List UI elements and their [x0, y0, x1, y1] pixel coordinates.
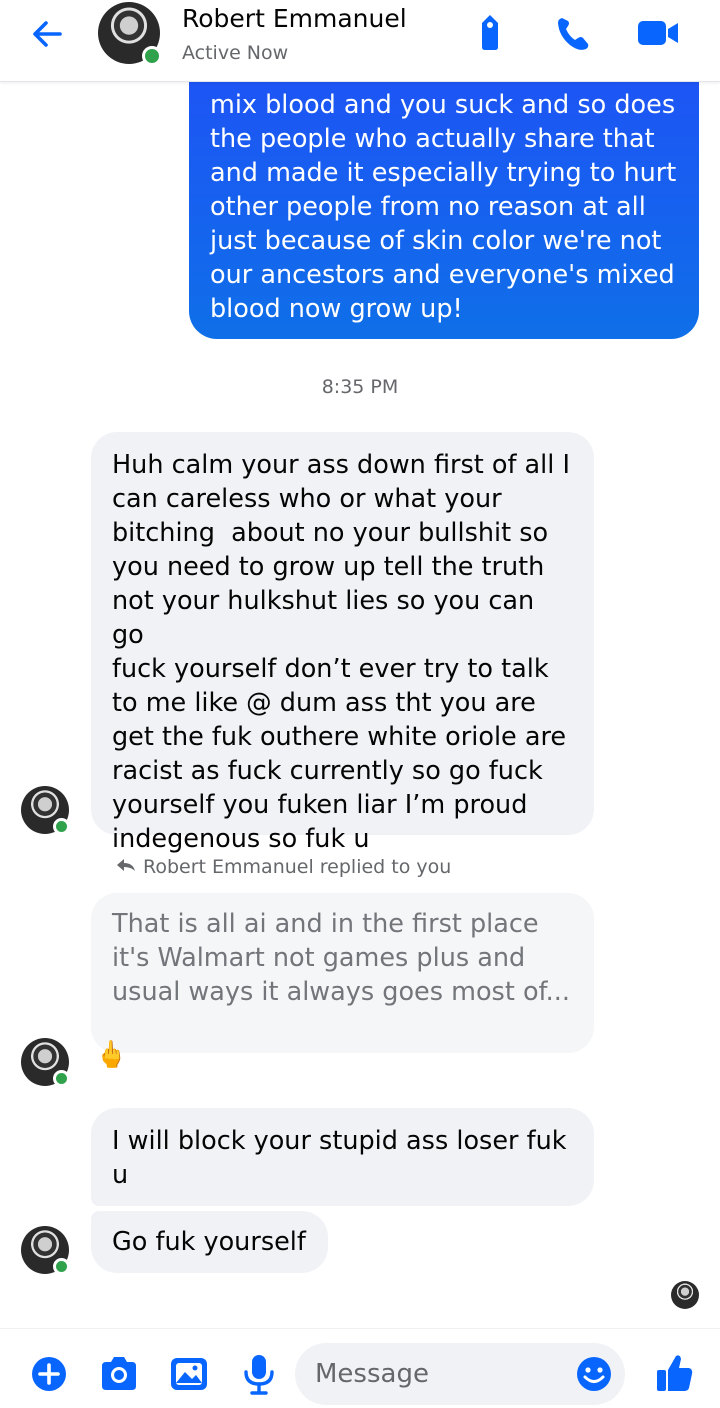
message-input[interactable]: [315, 1343, 565, 1405]
reply-label-text: Robert Emmanuel replied to you: [143, 856, 452, 878]
active-status: Active Now: [182, 42, 289, 64]
chat-header: Robert Emmanuel Active Now: [0, 0, 720, 82]
reply-arrow-icon: [115, 856, 137, 878]
camera-icon[interactable]: [99, 1352, 139, 1396]
received-message[interactable]: Go fuk yourself: [91, 1211, 328, 1273]
online-status-dot: [53, 818, 70, 835]
tag-icon[interactable]: [470, 12, 510, 54]
emoji-icon[interactable]: [575, 1355, 613, 1393]
online-status-dot: [53, 1258, 70, 1275]
phone-icon[interactable]: [553, 12, 593, 54]
online-status-dot: [53, 1070, 70, 1087]
reply-indicator: Robert Emmanuel replied to you: [115, 856, 451, 878]
back-arrow-icon[interactable]: [26, 14, 70, 54]
quoted-message[interactable]: That is all ai and in the first place it…: [91, 893, 594, 1053]
received-message[interactable]: Huh calm your ass down first of all I ca…: [91, 432, 594, 854]
image-icon[interactable]: [169, 1352, 209, 1396]
thumbs-up-icon[interactable]: [655, 1351, 695, 1395]
video-icon[interactable]: [636, 12, 678, 54]
reaction-emoji[interactable]: 🖕: [95, 1040, 127, 1070]
microphone-icon[interactable]: [239, 1352, 279, 1396]
sent-message[interactable]: mix blood and you suck and so does the p…: [189, 82, 699, 339]
received-message[interactable]: I will block your stupid ass loser fuk u: [91, 1108, 594, 1206]
plus-icon[interactable]: [29, 1352, 69, 1396]
contact-name[interactable]: Robert Emmanuel: [182, 4, 407, 33]
online-status-dot: [142, 46, 162, 66]
read-receipt-avatar: [671, 1281, 699, 1309]
timestamp: 8:35 PM: [321, 376, 399, 398]
